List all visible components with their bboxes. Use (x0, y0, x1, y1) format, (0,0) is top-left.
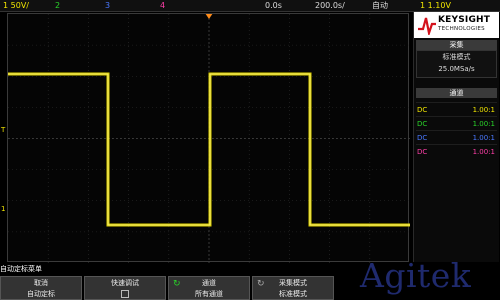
agitek-watermark: Agitek (360, 256, 472, 295)
brand-subtitle: TECHNOLOGIES (438, 26, 485, 32)
channel-coupling: DC (417, 148, 428, 156)
waveform-grid (8, 14, 410, 263)
channel-probe-ratio: 1.00:1 (472, 148, 495, 156)
softkey-label: 快速调试 (111, 279, 139, 287)
trigger-position-marker (205, 14, 213, 19)
channel-coupling: DC (417, 134, 428, 142)
channel-header: 通道 (416, 88, 497, 98)
time-position: 0.0s (265, 1, 282, 10)
sample-rate: 25.0MSa/s (438, 65, 475, 73)
softkey-value: 所有通道 (195, 290, 223, 298)
softkey-channel[interactable]: ↻ 通道 所有通道 (168, 276, 250, 300)
channel-probe-ratio: 1.00:1 (472, 106, 495, 114)
softkey-acquisition-mode[interactable]: ↻ 采集模式 标准模式 (252, 276, 334, 300)
channel-coupling: DC (417, 120, 428, 128)
channel-1-trace (8, 72, 410, 227)
status-bar: 1 50V/ 2 3 4 0.0s 200.0s/ 自动 1 1.10V (0, 0, 500, 12)
channel-4-indicator[interactable]: 4 (160, 0, 165, 11)
channel-3-info[interactable]: DC 1.00:1 (416, 130, 497, 145)
channel-1-scale[interactable]: 1 50V/ (3, 0, 29, 11)
brand-name: KEYSIGHT (438, 15, 491, 25)
trigger-level: 1 1.10V (420, 1, 451, 10)
softkey-cancel-autoscale[interactable]: 取消 自动定标 (0, 276, 82, 300)
acquisition-header: 采集 (416, 40, 497, 50)
channel-probe-ratio: 1.00:1 (472, 134, 495, 142)
channel-coupling: DC (417, 106, 428, 114)
channel-3-indicator[interactable]: 3 (105, 0, 110, 11)
softkey-value: 自动定标 (27, 290, 55, 298)
channel-2-info[interactable]: DC 1.00:1 (416, 116, 497, 131)
channel-1-info[interactable]: DC 1.00:1 (416, 102, 497, 117)
softkey-label: 通道 (202, 279, 216, 287)
menu-title: 自动定标菜单 (0, 265, 42, 273)
trigger-mode: 自动 (372, 1, 388, 10)
keysight-logo: KEYSIGHT TECHNOLOGIES (414, 12, 499, 38)
softkey-label: 采集模式 (279, 279, 307, 287)
ground-marker[interactable]: 1 (1, 205, 5, 213)
acquisition-info[interactable]: 标准模式 25.0MSa/s (416, 50, 497, 78)
info-panel: KEYSIGHT TECHNOLOGIES 采集 标准模式 25.0MSa/s … (413, 12, 499, 262)
trigger-level-marker[interactable]: T (1, 126, 5, 134)
waveform-display[interactable] (7, 13, 410, 263)
channel-4-info[interactable]: DC 1.00:1 (416, 144, 497, 159)
softkey-quick-debug[interactable]: 快速调试 (84, 276, 166, 300)
keysight-wave-icon (418, 17, 436, 35)
channel-2-indicator[interactable]: 2 (55, 0, 60, 11)
time-scale[interactable]: 200.0s/ (315, 0, 345, 11)
channel-probe-ratio: 1.00:1 (472, 120, 495, 128)
softkey-value: 标准模式 (279, 290, 307, 298)
acquisition-mode: 标准模式 (442, 53, 471, 61)
checkbox-icon (121, 290, 129, 298)
softkey-label: 取消 (34, 279, 48, 287)
